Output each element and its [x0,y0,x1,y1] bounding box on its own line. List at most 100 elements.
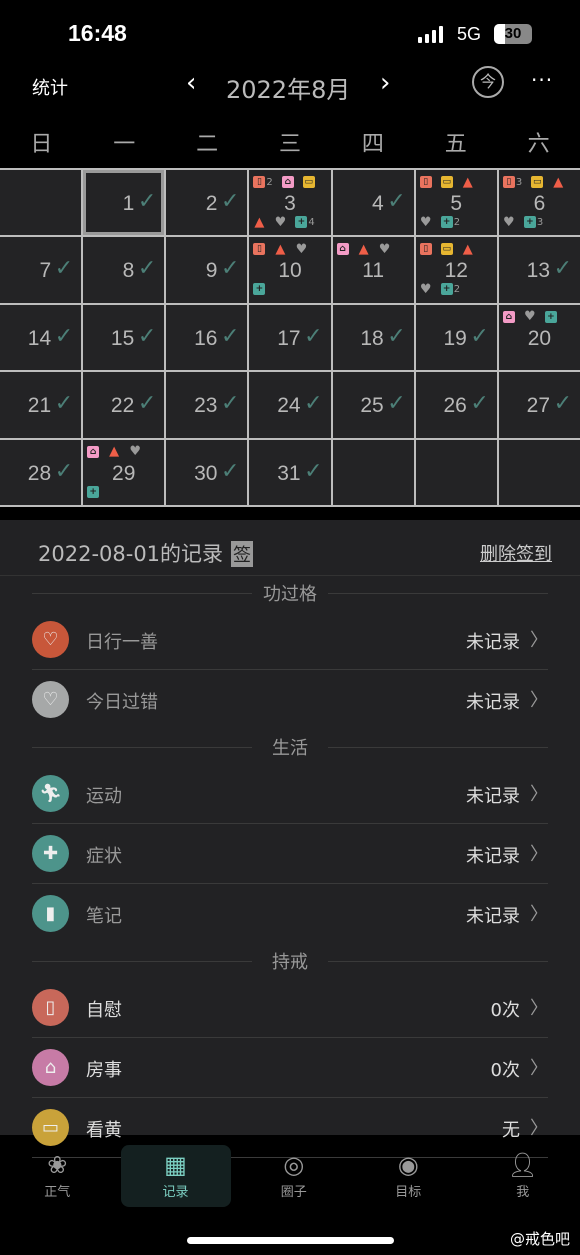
record-row[interactable]: ▮ 笔记 未记录〉 [32,884,548,944]
record-row[interactable]: ✚ 症状 未记录〉 [32,824,548,884]
day-number: 25 [360,394,384,418]
calendar-day-1[interactable]: 1 ✓ [83,170,165,236]
medkit-icon: + [440,216,453,228]
record-marker: ▲ [358,242,370,257]
day-number: 26 [443,394,467,418]
weekday-sun: 日 [30,132,53,157]
month-title[interactable]: 2022年8月 [226,70,350,105]
calendar-day-9[interactable]: 9 ✓ [166,237,248,303]
day-number: 22 [110,394,135,418]
stats-button[interactable]: 统计 [32,74,68,100]
calendar-day-25[interactable]: 25 ✓ [332,372,414,438]
record-title: 2022-08-01的记录签 [38,538,254,568]
record-marker: ▯ [419,176,432,188]
calendar-day-18[interactable]: 18 ✓ [332,304,414,371]
calendar-day-24[interactable]: 24 ✓ [249,372,331,438]
next-month-button[interactable]: › [380,68,390,98]
calendar-day-4[interactable]: 4 ✓ [332,170,414,236]
delete-checkin-link[interactable]: 删除签到 [480,540,552,566]
check-icon: ✓ [304,458,323,484]
weekday-wed: 三 [279,132,302,157]
calendar-day-23[interactable]: 23 ✓ [166,372,248,438]
record-row[interactable]: ⌂ 房事 0次〉 [32,1038,548,1098]
record-marker: ♥ [420,282,432,297]
calendar-day-17[interactable]: 17 ✓ [249,304,331,371]
record-marker: ♥ [524,309,536,325]
calendar-day-31[interactable]: 31 ✓ [249,439,331,505]
empty-cell [498,439,580,505]
record-marker: ▲ [552,175,564,190]
calendar-day-5[interactable]: 5 ▯ ▭ ▲ ♥ +2 [415,170,497,236]
calendar-day-12[interactable]: 12 ▯ ▭ ▲ ♥ +2 [415,237,497,303]
check-icon: ✓ [553,391,572,417]
calendar-day-27[interactable]: 27 ✓ [498,372,580,438]
prev-month-button[interactable]: ‹ [186,68,196,98]
calendar-day-22[interactable]: 22 ✓ [83,372,165,438]
home-indicator[interactable] [187,1237,394,1244]
empty-cell [415,439,497,505]
record-marker: + [253,283,266,296]
medkit-icon: + [295,216,308,228]
medkit-icon: + [523,216,536,228]
day-number: 29 [112,461,136,485]
calendar-day-19[interactable]: 19 ✓ [415,304,497,371]
calendar-day-13[interactable]: 13 ✓ [498,237,580,303]
heart-icon: ♥ [129,444,141,460]
tab-person[interactable]: 👤︎ 我 [466,1145,580,1215]
check-icon: ✓ [553,256,572,282]
day-number: 12 [444,259,468,283]
record-sections: 功过格 ♡ 日行一善 未记录〉 ♡ 今日过错 未记录〉生活 🏃︎ 运动 未记录〉 ✚ 症状 未记录〉 ▮ 笔… [0,576,580,1158]
calendar-day-29[interactable]: 29 ⌂ ▲ ♥ + [83,439,165,505]
tab-circle[interactable]: ◎ 圈子 [237,1145,352,1215]
day-number: 14 [27,326,52,350]
day-number: 24 [277,394,301,418]
calendar-day-14[interactable]: 14 ✓ [0,304,82,371]
medkit-icon: + [87,485,100,498]
calendar-day-20[interactable]: 20 ⌂ ♥ + [498,304,580,371]
row-value: 未记录 [466,846,520,867]
record-row[interactable]: ▯ 自慰 0次〉 [32,978,548,1038]
day-icons-top: ▯ 3 ▭ ▲ [502,175,564,190]
calendar-day-6[interactable]: 6 ▯ 3 ▭ ▲ ♥ +3 [498,170,580,236]
more-menu-button[interactable]: ··· [531,68,553,92]
record-marker: ⌂ [281,176,294,188]
check-icon: ✓ [137,391,157,417]
record-row[interactable]: 🏃︎ 运动 未记录〉 [32,764,548,824]
day-icons-bottom: ♥ +2 [420,282,460,297]
heart-icon: ♥ [524,309,536,325]
calendar-day-21[interactable]: 21 ✓ [0,372,82,438]
record-marker: + [87,485,100,498]
calendar-day-7[interactable]: 7 ✓ [0,237,82,303]
chevron-right-icon: 〉 [530,1058,548,1079]
calendar-day-3[interactable]: 3 ▯ 2 ⌂ ▭ ▲ ♥ +4 [249,170,331,236]
monitor-icon: ▭ [440,176,453,188]
calendar-day-15[interactable]: 15 ✓ [83,304,165,371]
record-marker: ♥ [420,215,432,230]
status-bar: 16:48 5G 30 [0,0,580,60]
row-value: 未记录 [466,906,520,927]
tab-calendar[interactable]: ▦ 记录 [120,1145,231,1207]
record-marker: ⌂ [87,445,100,458]
calendar-day-8[interactable]: 8 ✓ [83,237,165,303]
record-row[interactable]: ♡ 日行一善 未记录〉 [32,610,548,670]
row-value: 未记录 [466,786,520,807]
record-marker: +2 [440,283,460,296]
calendar-day-11[interactable]: 11 ⌂ ▲ ♥ [332,237,414,303]
calendar-day-16[interactable]: 16 ✓ [166,304,248,371]
calendar-day-26[interactable]: 26 ✓ [415,372,497,438]
row-value: 0次 [490,1000,520,1021]
check-icon: ✓ [387,323,406,349]
day-number: 8 [122,259,135,283]
house-icon: ⌂ [502,310,515,323]
calendar-day-10[interactable]: 10 ▯ ▲ ♥ + [249,237,331,303]
calendar-day-28[interactable]: 28 ✓ [0,439,82,505]
tissue-icon: ▯ [253,243,266,256]
check-icon: ✓ [387,391,406,417]
tab-target[interactable]: ◉ 目标 [351,1145,466,1215]
record-row[interactable]: ♡ 今日过错 未记录〉 [32,670,548,730]
tab-lotus[interactable]: ❀ 正气 [0,1145,115,1215]
calendar-day-2[interactable]: 2 ✓ [166,170,248,236]
today-button[interactable]: 今 [472,66,504,98]
monitor-icon: ▭ [531,176,544,188]
calendar-day-30[interactable]: 30 ✓ [166,439,248,505]
